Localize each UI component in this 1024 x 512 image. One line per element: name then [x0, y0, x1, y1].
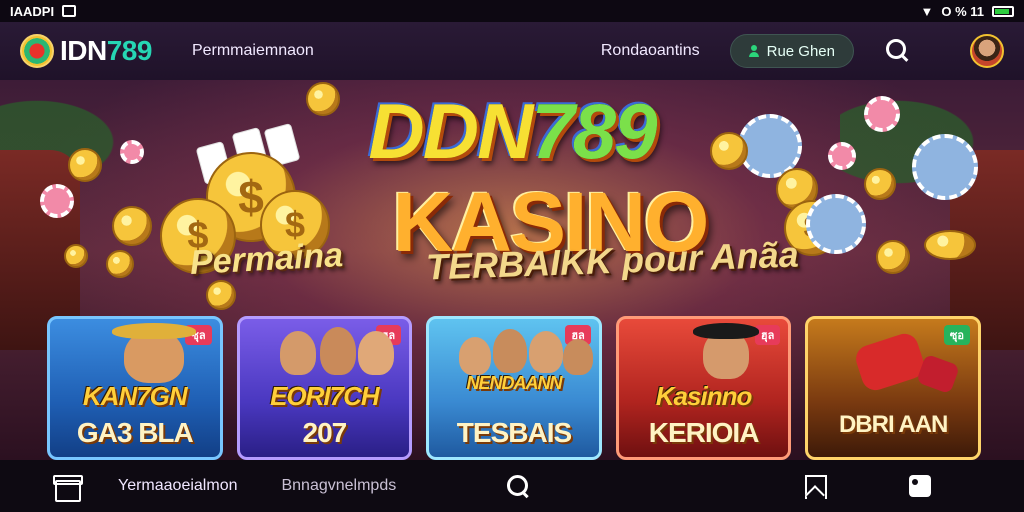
game-card[interactable]: ซุอ DBRI AAN	[805, 316, 981, 460]
character-illustration	[529, 331, 564, 373]
character-illustration	[279, 331, 316, 375]
brand-logo[interactable]: IDN789	[20, 34, 152, 68]
avatar[interactable]	[970, 34, 1004, 68]
chat-icon[interactable]	[906, 472, 934, 500]
coin-icon	[206, 280, 236, 310]
hero-banner[interactable]: $ $ $ $ DDN789 KASINO Permaina TERBAIKK …	[0, 80, 1024, 460]
game-badge: ซุอ	[943, 325, 970, 345]
casino-chip-icon	[806, 194, 866, 254]
game-card-row: ซุล KAN7GN GA3 BLA ฮุล EORI7CH 207 ฮุล N…	[47, 316, 981, 460]
game-title: NENDAANN	[466, 373, 562, 393]
game-subtitle: DBRI AAN	[838, 411, 948, 438]
casino-chip-icon	[40, 184, 74, 218]
logo-text: IDN789	[60, 35, 152, 66]
casino-chip-icon	[120, 140, 144, 164]
game-subtitle: KERIOIA	[648, 417, 760, 448]
status-bar: IAADPI ▼ O % 11	[0, 0, 1024, 22]
user-icon	[748, 45, 759, 57]
game-subtitle: GA3 BLA	[76, 417, 194, 448]
coin-icon	[106, 250, 134, 278]
coin-icon	[64, 244, 88, 268]
bottom-navigation-bar: Yermaaoeialmon Bnnagvnelmpds	[0, 460, 1024, 512]
coin-icon	[306, 82, 340, 116]
casino-chip-icon	[912, 134, 978, 200]
logo-mark-icon	[20, 34, 54, 68]
status-right-text: O % 11	[941, 3, 984, 19]
hat-illustration	[692, 323, 759, 339]
login-button[interactable]: Rue Ghen	[729, 34, 854, 68]
character-illustration	[319, 327, 356, 375]
game-card[interactable]: ฮุล EORI7CH 207	[236, 316, 413, 460]
dice-illustration	[916, 353, 961, 395]
character-illustration	[357, 331, 394, 375]
nav-link-primary[interactable]: Permmaiemnaon	[192, 42, 314, 60]
game-title: KAN7GN	[82, 381, 188, 411]
character-illustration	[459, 337, 492, 375]
game-subtitle: TESBAIS	[456, 417, 572, 448]
casino-chip-icon	[864, 96, 900, 132]
coin-icon	[710, 132, 748, 170]
battery-icon	[992, 5, 1014, 17]
hat-illustration	[112, 323, 196, 339]
search-icon[interactable]	[504, 472, 532, 500]
casino-chip-icon	[828, 142, 856, 170]
coin-icon	[112, 206, 152, 246]
top-navigation-bar: IDN789 Permmaiemnaon Rondaoantins Rue Gh…	[0, 22, 1024, 80]
dice-illustration	[852, 330, 928, 394]
game-subtitle: 207	[302, 417, 348, 448]
coin-icon	[876, 240, 910, 274]
bottom-nav-item-1[interactable]: Yermaaoeialmon	[118, 477, 237, 495]
wifi-icon: ▼	[920, 3, 934, 19]
game-title: EORI7CH	[270, 381, 380, 411]
gift-icon[interactable]	[52, 472, 83, 502]
notification-icon	[62, 5, 77, 17]
hero-tagline-left: Permaina	[189, 236, 344, 282]
coin-icon	[924, 230, 976, 260]
hero-title-brand: DDN789	[368, 87, 657, 175]
bottom-nav-item-2[interactable]: Bnnagvnelmpds	[281, 477, 396, 495]
nav-link-secondary[interactable]: Rondaoantins	[601, 42, 700, 60]
status-left-text: IAADPI	[10, 3, 55, 19]
game-title: Kasinno	[655, 381, 753, 411]
bookmark-icon[interactable]	[800, 472, 828, 500]
character-illustration	[563, 339, 594, 375]
coin-icon	[68, 148, 102, 182]
search-icon[interactable]	[884, 37, 912, 65]
game-badge: ฮุล	[754, 325, 781, 345]
login-button-label: Rue Ghen	[766, 42, 835, 60]
coin-icon	[864, 168, 896, 200]
character-illustration	[493, 329, 528, 373]
game-card[interactable]: ฮุล Kasinno KERIOIA	[615, 316, 792, 460]
game-card[interactable]: ฮุล NENDAANN TESBAIS	[426, 316, 602, 460]
game-card[interactable]: ซุล KAN7GN GA3 BLA	[47, 316, 223, 460]
